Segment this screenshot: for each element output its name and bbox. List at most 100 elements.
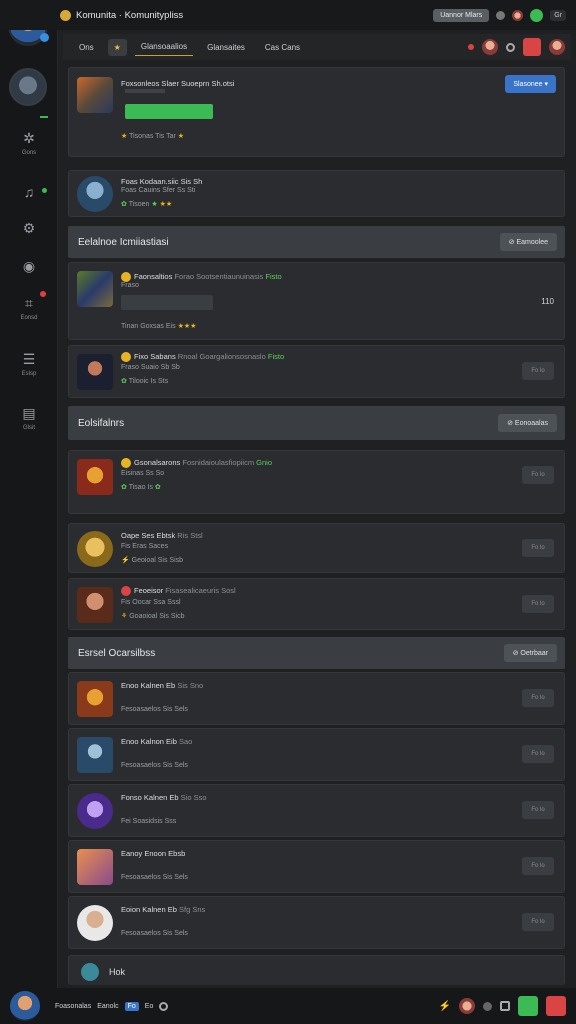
tab-cases[interactable]: Cas Cans	[259, 39, 306, 56]
row-thumb	[77, 459, 113, 495]
row-action-button[interactable]: Fo lo	[522, 801, 554, 819]
list-row-6[interactable]: Enoo Kalnen Eb Sis Sno Fesoasaelos Sis S…	[68, 672, 565, 725]
list-row-3[interactable]: Gsonalsarons Fosnidaioulasfiopiicm Gnio …	[68, 450, 565, 514]
row-sub: Fraso	[121, 282, 139, 289]
bottom-actions: ⚡	[439, 996, 576, 1016]
grid-icon: ▤	[22, 405, 36, 421]
list-row-9[interactable]: Eanoy Enoon Ebsb Fesoasaelos Sis Sels Fo…	[68, 840, 565, 893]
left-rail: 7 ✲ Gons ♫ ⚙ ◉ ⌗ Eonsd ☰ Eslsp ▤ Glsit	[0, 0, 58, 1024]
settings-icon[interactable]	[506, 42, 515, 52]
server-avatar[interactable]	[9, 68, 47, 106]
list-row-7[interactable]: Enoo Kalnon Eib Sao Fesoasaelos Sis Sels…	[68, 728, 565, 781]
row-thumb	[77, 587, 113, 623]
row-title: Feoeisor Fisasealicaeuris Sosl	[121, 586, 236, 597]
screen-icon[interactable]	[500, 1001, 510, 1011]
profile-image	[77, 77, 113, 113]
row-input[interactable]	[121, 295, 213, 310]
record-button[interactable]	[523, 38, 541, 56]
rail-item-1[interactable]: ♫	[0, 185, 58, 199]
section-button[interactable]: ⊘ Eamoolee	[499, 233, 557, 251]
fire-icon[interactable]: ⚡	[439, 1001, 451, 1012]
row-action-button[interactable]: Fo lo	[522, 745, 554, 763]
row-action-button[interactable]: Fo lo	[522, 539, 554, 557]
mute-icon[interactable]	[159, 1001, 169, 1011]
rail-item-4[interactable]: ⌗ Eonsd	[0, 296, 58, 321]
join-button[interactable]: Slasonee ▾	[505, 75, 556, 93]
profile-meta: ★ Tisonas Tis Tar ★	[121, 133, 185, 140]
friend-avatar[interactable]	[482, 39, 498, 55]
rail-item-3[interactable]: ◉	[0, 259, 58, 273]
list-row-1[interactable]: Faonsaltios Forao Sootsentiaunuinasis Fi…	[68, 262, 565, 340]
tab-favorites[interactable]: ★	[107, 38, 127, 56]
rail-label: Gons	[21, 150, 37, 156]
profile-card: Foxsonleos Slaer Suoeprn Sh.otsi ★ Tison…	[68, 67, 565, 157]
row-action-button[interactable]: Fo lo	[522, 689, 554, 707]
tab-games[interactable]: Glansaites	[201, 39, 251, 56]
chat-icon[interactable]	[530, 8, 544, 22]
list-row-10[interactable]: Eoion Kalnen Eb Sfg Sns Fesoasaelos Sis …	[68, 896, 565, 949]
community-meta: ✿ Tisoen ★ ★★	[121, 201, 173, 208]
section-title: Eolsifalnrs	[78, 417, 125, 429]
account-pill[interactable]: Uannor Mlars	[433, 8, 490, 22]
bottom-status: Eanolc	[97, 1002, 119, 1010]
row-thumb	[77, 793, 113, 829]
tab-communities[interactable]: Glansoaalios	[134, 38, 194, 56]
list-row-8[interactable]: Fonso Kalnen Eb Sio Sso Fei Soasidsis Ss…	[68, 784, 565, 837]
rail-item-0[interactable]: ✲ Gons	[0, 131, 58, 156]
app-title: Komunita · Komunitypliss	[76, 9, 184, 21]
info-icon[interactable]	[483, 1001, 492, 1011]
row-action-button[interactable]: Fo lo	[522, 466, 554, 484]
logo-icon	[60, 9, 71, 21]
footer-card[interactable]: Hok	[68, 955, 565, 985]
rail-item-2[interactable]: ⚙	[0, 221, 58, 235]
row-sub: Eisinas Ss So	[121, 470, 165, 477]
row-meta: ✿ Tilooic Is Sts	[121, 378, 169, 385]
rail-label: Glsit	[23, 425, 35, 431]
row-sub: Fesoasaelos Sis Sels	[121, 874, 188, 881]
profile-name: Foxsonleos Slaer Suoeprn Sh.otsi	[121, 79, 235, 88]
row-sub: Fei Soasidsis Sss	[121, 818, 177, 825]
call-button[interactable]	[518, 996, 538, 1016]
row-title: Faonsaltios Forao Sootsentiaunuinasis Fi…	[121, 272, 282, 283]
row-count: 110	[541, 297, 554, 306]
row-title: Oape Ses Ebtsk Ris Stsl	[121, 531, 203, 540]
rail-item-5[interactable]: ☰ Eslsp	[0, 352, 58, 377]
row-action-button[interactable]: Fo lo	[522, 362, 554, 380]
rail-item-6[interactable]: ▤ Glsit	[0, 406, 58, 431]
row-action-button[interactable]: Fo lo	[522, 595, 554, 613]
section-button[interactable]: ⊘ Oetrbaar	[503, 644, 557, 662]
tab-home[interactable]: Ons	[73, 39, 100, 56]
list-row-5[interactable]: Feoeisor Fisasealicaeuris Sosl Fis Oocar…	[68, 578, 565, 630]
section-title: Eelalnoe Icmiiastiasi	[78, 236, 169, 248]
user-avatar[interactable]	[10, 991, 40, 1021]
friend-avatar[interactable]	[512, 9, 524, 21]
profile-avatar[interactable]	[549, 39, 565, 55]
friend-avatar[interactable]	[459, 998, 475, 1014]
gear-icon: ⚙	[22, 220, 36, 236]
info-icon[interactable]	[496, 10, 506, 20]
row-meta: ✿ Tisao Is ✿	[121, 484, 161, 491]
section-button[interactable]: ⊘ Eonoaalas	[498, 414, 557, 432]
row-thumb	[77, 849, 113, 885]
progress-bar	[125, 104, 213, 119]
end-button[interactable]	[546, 996, 566, 1016]
row-meta: Tinan Goxsas Eis ★★★	[121, 323, 197, 330]
row-action-button[interactable]: Fo lo	[522, 913, 554, 931]
row-thumb	[77, 737, 113, 773]
community-card[interactable]: Foas Kodaan.siic Sis Sh Foas Cauins Sfer…	[68, 170, 565, 217]
list-icon: ☰	[22, 351, 36, 367]
row-title: Fixo Sabans Rnoal Goargalionsosnaslo Fis…	[121, 352, 284, 363]
bottom-user: Foasonalas	[55, 1002, 92, 1010]
row-action-button[interactable]: Fo lo	[522, 857, 554, 875]
bottom-tag[interactable]: Fo	[124, 1001, 139, 1011]
sparkle-icon: ✲	[23, 130, 35, 146]
music-icon: ♫	[23, 184, 35, 200]
settings-box[interactable]: Gr	[550, 9, 566, 21]
section-header-2: Eolsifalnrs ⊘ Eonoaalas	[68, 406, 565, 440]
row-sub: Fis Eras Saces	[121, 543, 169, 550]
row-title: Eanoy Enoon Ebsb	[121, 849, 186, 858]
tab-actions	[468, 38, 571, 56]
top-actions: Uannor Mlars Gr	[433, 8, 576, 22]
list-row-4[interactable]: Oape Ses Ebtsk Ris Stsl Fis Eras Saces ⚡…	[68, 523, 565, 573]
list-row-2[interactable]: Fixo Sabans Rnoal Goargalionsosnaslo Fis…	[68, 345, 565, 398]
